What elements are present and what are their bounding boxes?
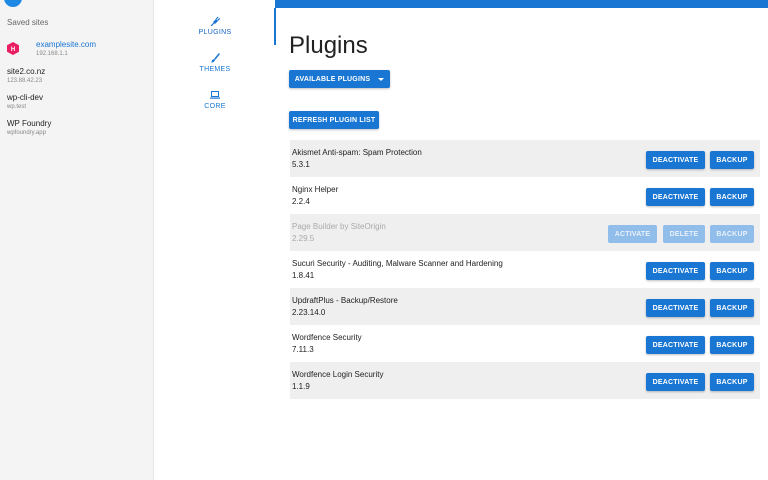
site-item-wp-cli-dev[interactable]: wp-cli-dev wp.test (7, 93, 43, 112)
site-name: site2.co.nz (7, 67, 46, 76)
deactivate-button[interactable]: DEACTIVATE (646, 151, 705, 169)
plugin-row: Nginx Helper 2.2.4 DEACTIVATE BACKUP (290, 177, 760, 214)
site-item-examplesite[interactable]: H examplesite.com 192.168.1.1 (7, 40, 96, 59)
backup-button[interactable]: BACKUP (710, 151, 754, 169)
backup-button[interactable]: BACKUP (710, 188, 754, 206)
plugin-version: 7.11.3 (292, 345, 314, 354)
plugin-row: Wordfence Security 7.11.3 DEACTIVATE BAC… (290, 325, 760, 362)
plugin-name: Nginx Helper (292, 185, 339, 194)
site-name: examplesite.com (36, 40, 97, 49)
site-name: WP Foundry (7, 119, 52, 128)
activate-button[interactable]: ACTIVATE (608, 225, 657, 243)
plugin-row: Sucuri Security - Auditing, Malware Scan… (290, 251, 760, 288)
plugin-name: Sucuri Security - Auditing, Malware Scan… (292, 259, 503, 268)
nav-label: CORE (204, 103, 226, 110)
backup-button[interactable]: BACKUP (710, 225, 754, 243)
nav-item-plugins[interactable]: PLUGINS (154, 16, 276, 36)
site-item-site2[interactable]: site2.co.nz 123.88.42.23 (7, 67, 45, 86)
avatar[interactable] (4, 0, 22, 7)
backup-button[interactable]: BACKUP (710, 336, 754, 354)
laptop-icon (210, 91, 220, 99)
site-host: 123.88.42.23 (7, 78, 43, 84)
site-name: wp-cli-dev (7, 93, 44, 102)
plugin-name: Page Builder by SiteOrigin (292, 222, 386, 231)
deactivate-button[interactable]: DEACTIVATE (646, 299, 705, 317)
nav-label: PLUGINS (198, 29, 232, 36)
available-plugins-button[interactable]: AVAILABLE PLUGINS (289, 70, 390, 88)
delete-button[interactable]: DELETE (663, 225, 705, 243)
sidebar: Saved sites H examplesite.com 192.168.1.… (0, 0, 153, 480)
deactivate-button[interactable]: DEACTIVATE (646, 262, 705, 280)
plugin-version: 1.8.41 (292, 271, 315, 280)
plugin-version: 1.1.9 (292, 382, 310, 391)
deactivate-button[interactable]: DEACTIVATE (646, 188, 705, 206)
plugin-list: Akismet Anti-spam: Spam Protection 5.3.1… (290, 140, 760, 399)
plugin-row: Akismet Anti-spam: Spam Protection 5.3.1… (290, 140, 760, 177)
site-host: wp.test (7, 104, 27, 110)
brush-icon (211, 53, 220, 63)
main-content: Plugins AVAILABLE PLUGINS REFRESH PLUGIN… (276, 0, 768, 480)
plugin-version: 2.23.14.0 (292, 308, 326, 317)
nav-item-core[interactable]: CORE (154, 90, 276, 110)
nav-label: THEMES (199, 66, 231, 73)
plugin-row: UpdraftPlus - Backup/Restore 2.23.14.0 D… (290, 288, 760, 325)
backup-button[interactable]: BACKUP (710, 262, 754, 280)
plugin-version: 5.3.1 (292, 160, 310, 169)
page-title: Plugins (289, 32, 368, 59)
site-host: 192.168.1.1 (36, 51, 68, 57)
site-item-wp-foundry[interactable]: WP Foundry wpfoundry.app (7, 119, 51, 138)
section-nav: PLUGINS THEMES CORE (153, 0, 275, 480)
svg-text:H: H (11, 47, 15, 53)
deactivate-button[interactable]: DEACTIVATE (646, 373, 705, 391)
nav-item-themes[interactable]: THEMES (154, 53, 276, 73)
backup-button[interactable]: BACKUP (710, 373, 754, 391)
plugin-row: Wordfence Login Security 1.1.9 DEACTIVAT… (290, 362, 760, 399)
plugin-name: Wordfence Login Security (292, 370, 384, 379)
caret-down-icon (378, 77, 385, 81)
backup-button[interactable]: BACKUP (710, 299, 754, 317)
deactivate-button[interactable]: DEACTIVATE (646, 336, 705, 354)
plugin-name: Akismet Anti-spam: Spam Protection (292, 148, 422, 157)
refresh-plugin-list-button[interactable]: REFRESH PLUGIN LIST (289, 111, 379, 129)
plug-icon (210, 16, 220, 26)
available-plugins-label: AVAILABLE PLUGINS (294, 75, 371, 83)
saved-sites-title: Saved sites (7, 18, 49, 27)
site-hexagon-icon: H (7, 42, 19, 55)
site-host: wpfoundry.app (7, 130, 46, 136)
plugin-row: Page Builder by SiteOrigin 2.29.5 ACTIVA… (290, 214, 760, 251)
plugin-name: Wordfence Security (292, 333, 362, 342)
plugin-version: 2.29.5 (292, 234, 315, 243)
plugin-name: UpdraftPlus - Backup/Restore (292, 296, 398, 305)
plugin-version: 2.2.4 (292, 197, 310, 206)
